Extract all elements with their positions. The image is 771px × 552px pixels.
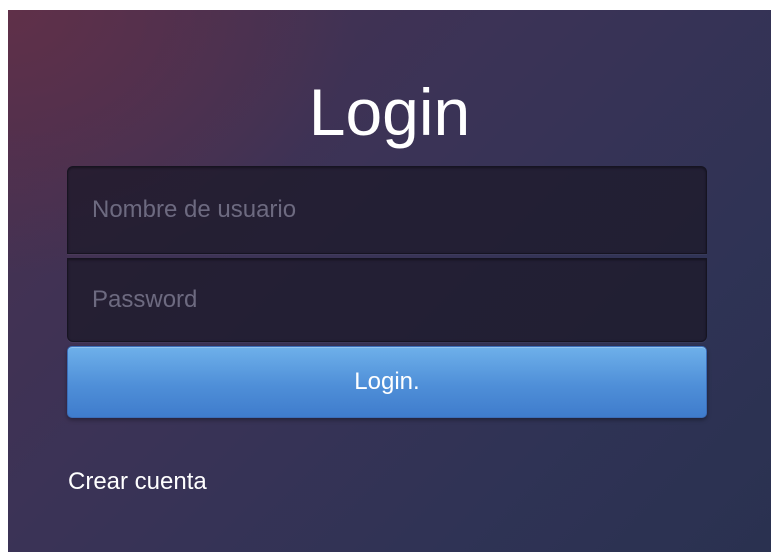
login-panel: Login Login. Crear cuenta [8, 10, 771, 552]
password-input[interactable] [67, 258, 707, 342]
page-title: Login [308, 75, 471, 149]
create-account-link[interactable]: Crear cuenta [68, 468, 207, 496]
username-input[interactable] [67, 166, 707, 254]
login-button[interactable]: Login. [67, 346, 707, 418]
